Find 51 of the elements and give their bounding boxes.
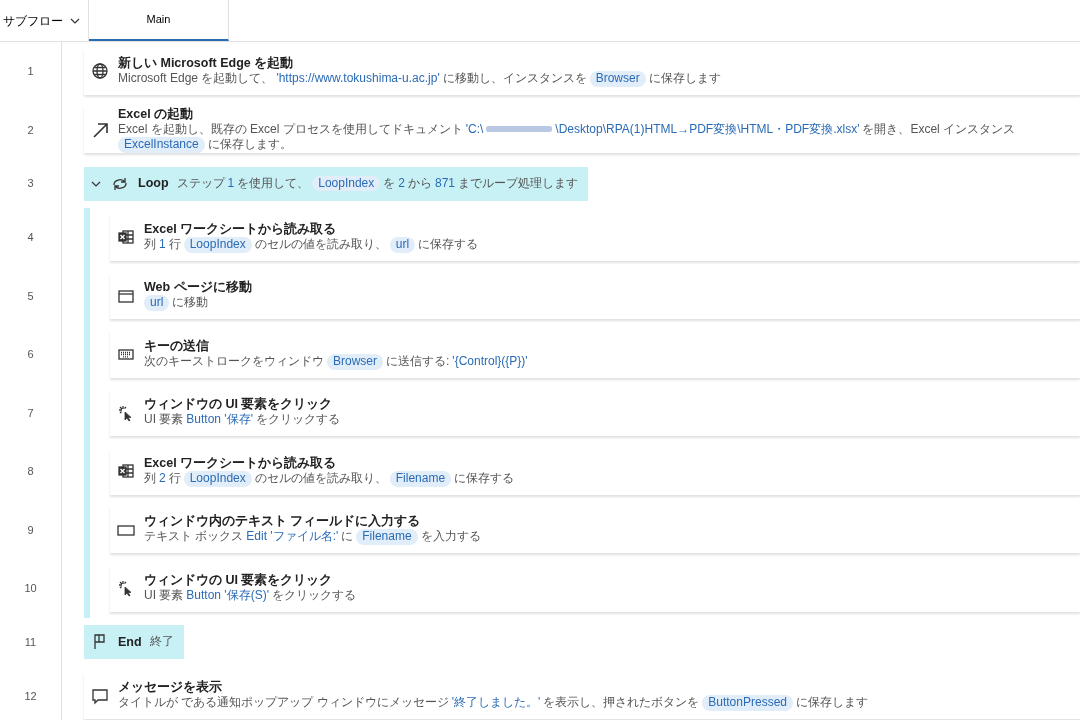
step-description: 列 2 行 LoopIndex のセルの値を読み取り、 Filename に保存する xyxy=(144,470,515,487)
step-title: 新しい Microsoft Edge を起動 xyxy=(118,55,295,71)
step-description: テキスト ボックス Edit 'ファイル名:' に Filename を入力する xyxy=(144,529,481,546)
action-card[interactable]: 新しい Microsoft Edge を起動 Microsoft Edge を起動して、 'https://www.tokushima-u.ac.jp' に移動し、インスタンスを Browser に保存します xyxy=(84,47,1080,95)
action-card[interactable]: ウィンドウの UI 要素をクリック UI 要素 Button '保存' をクリックする xyxy=(110,389,1080,437)
line-number: 7 xyxy=(0,383,62,442)
step-title: ウィンドウの UI 要素をクリック xyxy=(144,572,334,588)
line-number: 6 xyxy=(0,325,62,384)
line-number: 12 xyxy=(0,666,62,720)
line-number: 11 xyxy=(0,617,62,667)
action-card[interactable]: Web ページに移動 url に移動 xyxy=(110,272,1080,320)
end-block[interactable]: End 終了 xyxy=(84,625,184,659)
step-title: Web ページに移動 xyxy=(144,280,252,296)
step-description: 次のキーストロークをウィンドウ Browser に送信する: '{Control}({P})' xyxy=(144,353,528,370)
step-title: キーの送信 xyxy=(144,338,210,354)
line-number: 3 xyxy=(0,159,62,208)
action-card[interactable]: メッセージを表示 タイトルが である通知ポップアップ ウィンドウにメッセージ '終了しました。' を表示し、押されたボタンを ButtonPressed に保存します xyxy=(84,672,1080,720)
line-number: 8 xyxy=(0,442,62,501)
step-description: UI 要素 Button '保存' をクリックする xyxy=(144,412,340,429)
action-card[interactable]: ウィンドウの UI 要素をクリック UI 要素 Button '保存(S)' をクリックする xyxy=(110,564,1080,612)
tab[interactable]: Main xyxy=(89,0,229,41)
step-description: Microsoft Edge を起動して、 'https://www.tokushima-u.ac.jp' に移動し、インスタンスを Browser に保存します xyxy=(118,70,721,87)
step-title: Excel の起動 xyxy=(118,106,195,122)
step-title: Excel ワークシートから読み取る xyxy=(144,221,338,237)
step-description: 列 1 行 LoopIndex のセルの値を読み取り、 url に保存する xyxy=(144,236,479,253)
globe-icon xyxy=(90,61,110,82)
redacted-text xyxy=(486,126,553,133)
step-title: ウィンドウ内のテキスト フィールドに入力する xyxy=(144,514,422,530)
action-card[interactable]: ウィンドウ内のテキスト フィールドに入力する テキスト ボックス Edit 'ファイル名:' に Filename を入力する xyxy=(110,506,1080,554)
line-number: 4 xyxy=(0,208,62,267)
action-card[interactable]: Excel の起動 Excel を起動し、既存の Excel プロセスを使用してドキュメント 'C:\ \Desktop\RPA(1)HTML→PDF変換\HTML・PDF変換.xlsx' を開き、Excel インスタンス ExcelInstance に保存します。 xyxy=(84,106,1080,154)
step-title: メッセージを表示 xyxy=(118,680,223,696)
step-description: 終了 xyxy=(149,634,174,650)
step-description: ステップ 1 を使用して、 LoopIndex を 2 から 871 までループ処理します xyxy=(176,175,578,192)
action-card[interactable]: キーの送信 次のキーストロークをウィンドウ Browser に送信する: '{Control}({P})' xyxy=(110,330,1080,378)
step-description: Excel を起動し、既存の Excel プロセスを使用してドキュメント 'C:\ \Desktop\RPA(1)HTML→PDF変換\HTML・PDF変換.xlsx' を開き、Excel インスタンス ExcelInstance に保存します。 xyxy=(118,121,1017,153)
step-title: Excel ワークシートから読み取る xyxy=(144,455,338,471)
action-card[interactable]: Excel ワークシートから読み取る 列 2 行 LoopIndex のセルの値を読み取り、 Filename に保存する xyxy=(110,447,1080,495)
step-description: UI 要素 Button '保存(S)' をクリックする xyxy=(144,587,356,604)
line-number: 9 xyxy=(0,500,62,559)
action-card[interactable]: Excel ワークシートから読み取る 列 1 行 LoopIndex のセルの値を読み取り、 url に保存する xyxy=(110,213,1080,261)
line-number: 10 xyxy=(0,559,62,618)
loop-block-header[interactable]: Loop ステップ 1 を使用して、 LoopIndex を 2 から 871 までループ処理します xyxy=(84,166,588,201)
step-title: End xyxy=(118,634,142,650)
line-number: 1 xyxy=(0,42,62,101)
step-description: タイトルが である通知ポップアップ ウィンドウにメッセージ '終了しました。' を表示し、押されたボタンを ButtonPressed に保存します xyxy=(118,695,868,712)
step-title: Loop xyxy=(138,176,169,191)
step-description: url に移動 xyxy=(144,295,252,312)
line-number: 5 xyxy=(0,266,62,325)
step-title: ウィンドウの UI 要素をクリック xyxy=(144,397,334,413)
line-number: 2 xyxy=(0,100,62,159)
